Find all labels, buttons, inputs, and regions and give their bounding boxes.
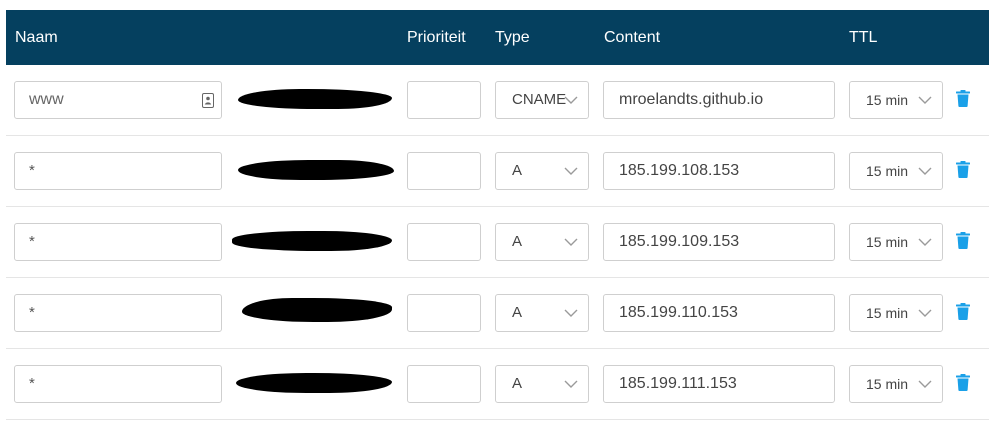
chevron-down-icon [918, 238, 932, 246]
name-input[interactable]: * [14, 365, 222, 403]
content-input[interactable]: 185.199.111.153 [603, 365, 835, 403]
content-input[interactable]: 185.199.110.153 [603, 294, 835, 332]
chevron-down-icon [564, 309, 578, 317]
name-value: * [29, 304, 35, 321]
type-value: A [512, 375, 523, 392]
name-value: * [29, 233, 35, 250]
table-row: * A 185.199.108.153 15 min [6, 136, 989, 207]
trash-icon[interactable] [956, 303, 970, 320]
table-row: * A 185.199.110.153 15 min [6, 278, 989, 349]
type-select[interactable]: A [495, 365, 589, 403]
table-row: * A 185.199.109.153 15 min [6, 207, 989, 278]
name-value: * [29, 375, 35, 392]
column-header-naam: Naam [15, 29, 58, 46]
redacted-text [242, 298, 392, 322]
column-header-type: Type [495, 29, 530, 46]
priority-input[interactable] [407, 365, 481, 403]
content-value: 185.199.110.153 [619, 304, 738, 321]
ttl-select[interactable]: 15 min [849, 294, 943, 332]
vcard-icon[interactable] [202, 93, 214, 108]
ttl-select[interactable]: 15 min [849, 223, 943, 261]
ttl-value: 15 min [866, 376, 909, 392]
priority-input[interactable] [407, 152, 481, 190]
chevron-down-icon [918, 380, 932, 388]
content-value: 185.199.111.153 [619, 375, 737, 392]
chevron-down-icon [918, 167, 932, 175]
type-value: A [512, 162, 523, 179]
priority-input[interactable] [407, 223, 481, 261]
trash-icon[interactable] [956, 90, 970, 107]
chevron-down-icon [918, 309, 932, 317]
name-input[interactable]: * [14, 223, 222, 261]
chevron-down-icon [564, 167, 578, 175]
ttl-value: 15 min [866, 234, 909, 250]
chevron-down-icon [564, 238, 578, 246]
chevron-down-icon [918, 96, 932, 104]
trash-icon[interactable] [956, 161, 970, 178]
type-select[interactable]: A [495, 294, 589, 332]
name-value: * [29, 162, 35, 179]
name-value: www [29, 91, 64, 108]
trash-icon[interactable] [956, 374, 970, 391]
name-input[interactable]: * [14, 294, 222, 332]
content-value: 185.199.109.153 [619, 233, 740, 250]
column-header-content: Content [604, 29, 661, 46]
type-select[interactable]: CNAME [495, 81, 589, 119]
chevron-down-icon [564, 96, 578, 104]
ttl-value: 15 min [866, 163, 909, 179]
type-select[interactable]: A [495, 223, 589, 261]
table-header: Naam Prioriteit Type Content TTL [6, 10, 989, 65]
name-input[interactable]: www [14, 81, 222, 119]
redacted-text [238, 89, 392, 109]
chevron-down-icon [564, 380, 578, 388]
redacted-text [232, 231, 392, 251]
table-row: www CNAME mroelandts.github.io 15 min [6, 65, 989, 136]
content-value: 185.199.108.153 [619, 162, 740, 179]
priority-input[interactable] [407, 294, 481, 332]
redacted-text [236, 373, 392, 393]
table-row: * A 185.199.111.153 15 min [6, 349, 989, 420]
redacted-text [238, 160, 394, 180]
ttl-select[interactable]: 15 min [849, 365, 943, 403]
trash-icon[interactable] [956, 232, 970, 249]
ttl-value: 15 min [866, 92, 909, 108]
content-value: mroelandts.github.io [619, 91, 764, 108]
type-value: A [512, 304, 523, 321]
type-select[interactable]: A [495, 152, 589, 190]
content-input[interactable]: mroelandts.github.io [603, 81, 835, 119]
dns-records-editor: Naam Prioriteit Type Content TTL www CNA… [0, 0, 999, 433]
content-input[interactable]: 185.199.109.153 [603, 223, 835, 261]
ttl-select[interactable]: 15 min [849, 81, 943, 119]
content-input[interactable]: 185.199.108.153 [603, 152, 835, 190]
column-header-prioriteit: Prioriteit [407, 29, 466, 46]
ttl-select[interactable]: 15 min [849, 152, 943, 190]
name-input[interactable]: * [14, 152, 222, 190]
type-value: A [512, 233, 523, 250]
ttl-value: 15 min [866, 305, 909, 321]
priority-input[interactable] [407, 81, 481, 119]
type-value: CNAME [512, 91, 567, 108]
column-header-ttl: TTL [849, 29, 878, 46]
